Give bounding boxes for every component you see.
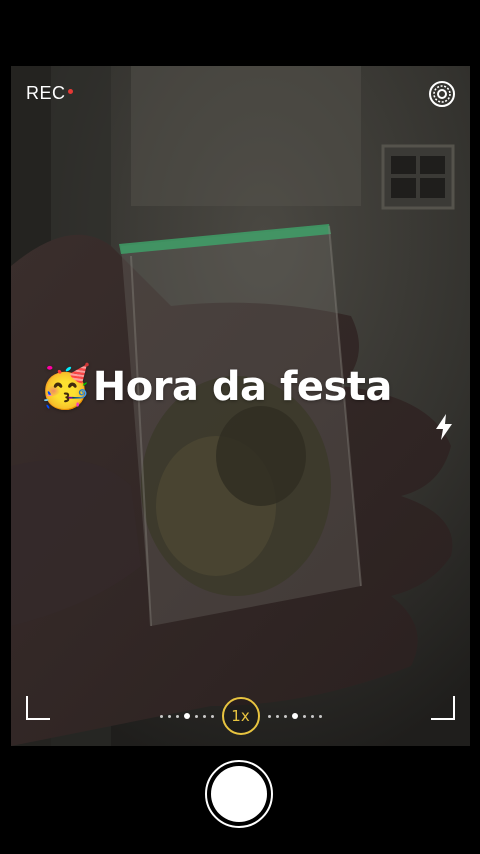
zoom-tick <box>310 714 314 718</box>
viewfinder[interactable]: REC 🥳 Hora da festa 1x <box>11 66 470 746</box>
caption-text: Hora da festa <box>92 364 393 410</box>
flash-icon[interactable] <box>432 412 456 442</box>
zoom-tick <box>202 714 206 718</box>
party-face-emoji-icon: 🥳 <box>39 362 91 411</box>
shutter-button[interactable] <box>205 760 273 828</box>
zoom-tick-major <box>291 713 298 719</box>
zoom-1x-button[interactable]: 1x <box>221 697 260 735</box>
zoom-dots-right[interactable] <box>267 713 322 719</box>
zoom-tick <box>210 714 214 718</box>
zoom-tick <box>159 714 163 718</box>
zoom-tick <box>194 714 198 718</box>
zoom-tick <box>275 714 279 718</box>
zoom-dots-left[interactable] <box>159 713 214 719</box>
shutter-inner <box>211 766 267 822</box>
zoom-selector: 1x <box>11 696 470 736</box>
zoom-tick <box>167 714 171 718</box>
settings-ring-icon[interactable] <box>428 80 456 108</box>
zoom-tick <box>318 714 322 718</box>
caption-sticker[interactable]: 🥳 Hora da festa <box>39 364 392 410</box>
rec-label: REC <box>26 83 66 103</box>
camera-screen: REC 🥳 Hora da festa 1x <box>0 0 480 854</box>
zoom-label: 1x <box>231 707 250 725</box>
zoom-tick <box>302 714 306 718</box>
zoom-tick <box>175 714 179 718</box>
zoom-tick <box>267 714 271 718</box>
zoom-tick <box>283 714 287 718</box>
zoom-tick-major <box>183 713 190 719</box>
rec-dot-icon <box>67 89 73 94</box>
recording-indicator: REC <box>26 83 73 104</box>
